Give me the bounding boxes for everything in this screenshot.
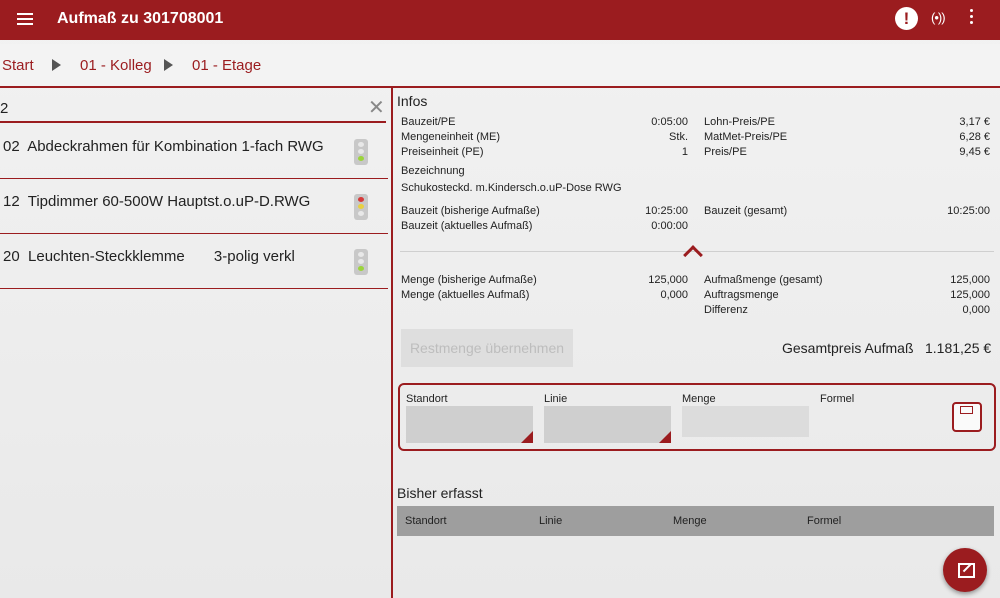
- info-label: Auftragsmenge: [704, 289, 779, 301]
- info-label: Bauzeit (aktuelles Aufmaß): [401, 220, 533, 232]
- search-box: ✕: [0, 97, 386, 123]
- breadcrumb-arrow-icon: [164, 59, 173, 71]
- traffic-light-red-icon: [354, 194, 368, 220]
- list-item-label: 02 Abdeckrahmen für Kombination 1-fach R…: [3, 138, 324, 155]
- info-label: Bauzeit (gesamt): [704, 205, 788, 217]
- info-label: Menge (aktuelles Aufmaß): [401, 289, 530, 301]
- entry-form: Standort Linie Menge Formel: [398, 383, 996, 451]
- info-value: 0,000: [962, 304, 990, 316]
- linie-field[interactable]: [544, 406, 671, 443]
- info-value: 10:25:00: [947, 205, 990, 217]
- standort-label: Standort: [406, 393, 448, 405]
- list-item-label: 20 Leuchten-Steckklemme 3-polig verkl: [3, 248, 295, 265]
- breadcrumb-start[interactable]: Start: [2, 57, 34, 74]
- info-value: 9,45 €: [959, 146, 990, 158]
- traffic-light-green-icon: [354, 249, 368, 275]
- clear-search-icon[interactable]: ✕: [368, 97, 385, 119]
- breadcrumb-kolleg[interactable]: 01 - Kolleg: [80, 57, 152, 74]
- column-formel[interactable]: Formel: [807, 515, 841, 527]
- info-label: Differenz: [704, 304, 748, 316]
- item-list-pane: ✕ 02 Abdeckrahmen für Kombination 1-fach…: [0, 88, 391, 598]
- linie-label: Linie: [544, 393, 568, 405]
- total-value: 1.181,25 €: [925, 340, 992, 356]
- info-value: 1: [681, 146, 688, 158]
- info-label: Bauzeit/PE: [401, 116, 456, 128]
- restmenge-button[interactable]: Restmenge übernehmen: [401, 329, 573, 367]
- edit-fab-button[interactable]: [943, 548, 987, 592]
- total-label: Gesamtpreis Aufmaß: [782, 340, 914, 356]
- standort-field[interactable]: [406, 406, 533, 443]
- column-menge[interactable]: Menge: [673, 515, 707, 527]
- signal-icon[interactable]: (•)): [931, 10, 946, 25]
- info-value: 0:00:00: [651, 220, 688, 232]
- breadcrumb: Start 01 - Kolleg 01 - Etage: [0, 44, 1000, 88]
- info-label: Bauzeit (bisherige Aufmaße): [401, 205, 540, 217]
- app-bar: Aufmaß zu 301708001 ! (•)): [0, 0, 1000, 40]
- infos-heading: Infos: [397, 93, 428, 109]
- page-title: Aufmaß zu 301708001: [57, 10, 224, 27]
- more-vert-icon[interactable]: [968, 9, 976, 27]
- info-label: Menge (bisherige Aufmaße): [401, 274, 537, 286]
- list-item[interactable]: 12 Tipdimmer 60-500W Hauptst.o.uP-D.RWG: [0, 179, 388, 234]
- info-label: Aufmaßmenge (gesamt): [704, 274, 823, 286]
- info-label: Lohn-Preis/PE: [704, 116, 775, 128]
- bisher-heading: Bisher erfasst: [397, 485, 483, 501]
- info-value: Stk.: [669, 131, 688, 143]
- info-label: Preis/PE: [704, 146, 747, 158]
- formel-label: Formel: [820, 393, 855, 405]
- info-value: 125,000: [950, 289, 990, 301]
- info-value: 3,17 €: [959, 116, 990, 128]
- info-value: 125,000: [950, 274, 990, 286]
- info-value: 0:05:00: [651, 116, 688, 128]
- info-value: 6,28 €: [959, 131, 990, 143]
- pane-divider: [391, 88, 393, 598]
- info-value: 125,000: [648, 274, 688, 286]
- info-value: 0,000: [660, 289, 688, 301]
- save-icon[interactable]: [952, 402, 982, 432]
- table-header: Standort Linie Menge Formel: [397, 506, 994, 536]
- info-label: MatMet-Preis/PE: [704, 131, 788, 143]
- column-standort[interactable]: Standort: [405, 515, 447, 527]
- breadcrumb-etage[interactable]: 01 - Etage: [192, 57, 261, 74]
- menge-field[interactable]: [682, 406, 809, 437]
- info-label: Preiseinheit (PE): [401, 146, 484, 158]
- bezeichnung-label: Bezeichnung: [401, 165, 465, 177]
- menu-icon[interactable]: [17, 13, 33, 25]
- collapse-chevron-icon[interactable]: [683, 245, 703, 265]
- info-value: 10:25:00: [645, 205, 688, 217]
- breadcrumb-arrow-icon: [52, 59, 61, 71]
- list-item[interactable]: 02 Abdeckrahmen für Kombination 1-fach R…: [0, 124, 388, 179]
- menge-label: Menge: [682, 393, 716, 405]
- list-item-label: 12 Tipdimmer 60-500W Hauptst.o.uP-D.RWG: [3, 193, 311, 210]
- traffic-light-green-icon: [354, 139, 368, 165]
- bezeichnung-value: Schukosteckd. m.Kindersch.o.uP-Dose RWG: [401, 182, 622, 194]
- list-item[interactable]: 20 Leuchten-Steckklemme 3-polig verkl: [0, 234, 388, 289]
- alert-icon[interactable]: !: [895, 7, 918, 30]
- search-input[interactable]: [0, 97, 340, 119]
- info-label: Mengeneinheit (ME): [401, 131, 501, 143]
- column-linie[interactable]: Linie: [539, 515, 562, 527]
